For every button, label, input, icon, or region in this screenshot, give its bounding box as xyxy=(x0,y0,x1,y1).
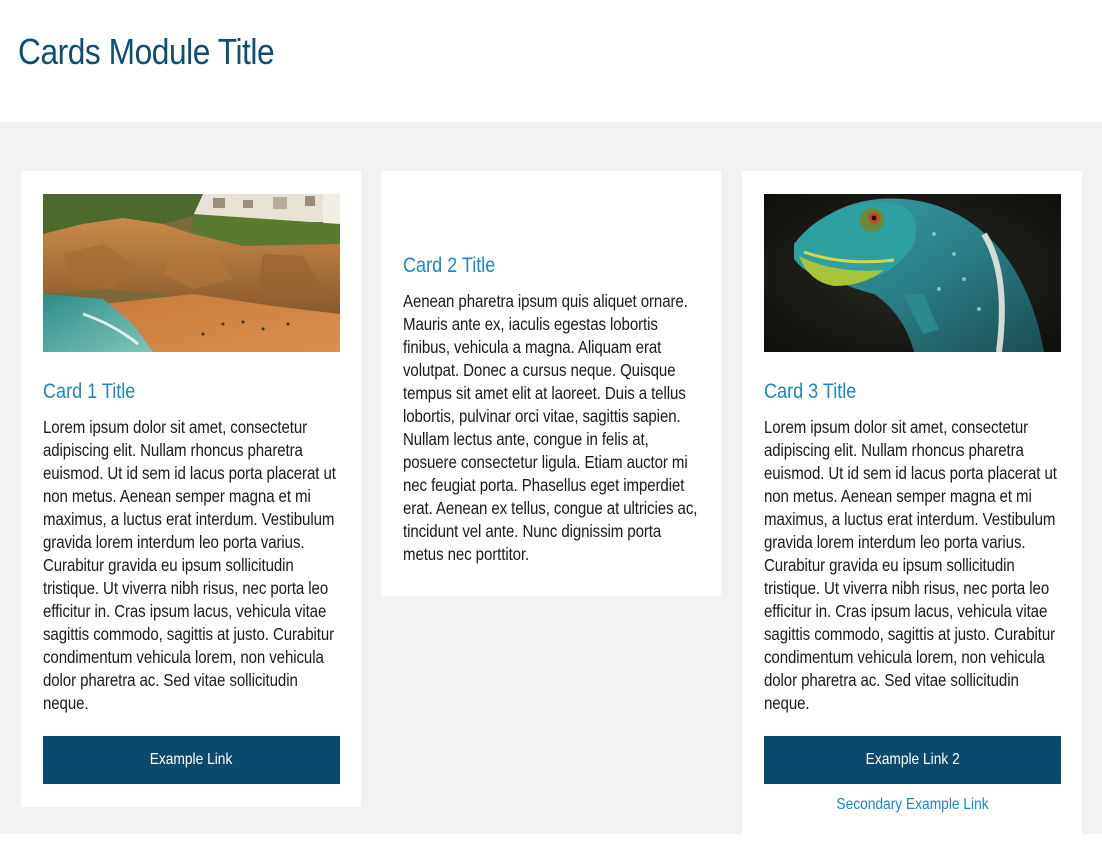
card-1-button-label: Example Link xyxy=(150,751,233,768)
module-title: Cards Module Title xyxy=(18,31,275,72)
module-header: Cards Module Title xyxy=(0,0,1102,122)
card-1-body: Lorem ipsum dolor sit amet, consectetur … xyxy=(43,417,336,713)
card-1-image xyxy=(43,194,340,352)
card-2-body: Aenean pharetra ipsum quis aliquet ornar… xyxy=(403,291,698,564)
card-1: Card 1 Title Lorem ipsum dolor sit amet,… xyxy=(21,171,361,807)
card-3-example-link-button[interactable]: Example Link 2 xyxy=(764,736,1061,784)
card-2-title: Card 2 Title xyxy=(403,254,496,277)
card-3-body: Lorem ipsum dolor sit amet, consectetur … xyxy=(764,417,1057,713)
card-1-title: Card 1 Title xyxy=(43,380,136,403)
card-2: Card 2 Title Aenean pharetra ipsum quis … xyxy=(381,171,721,596)
cards-section: Card 1 Title Lorem ipsum dolor sit amet,… xyxy=(0,122,1102,851)
beach-cliff-image xyxy=(43,194,340,352)
card-3-secondary-link-label: Secondary Example Link xyxy=(836,796,989,813)
card-3-image xyxy=(764,194,1061,352)
card-3-button-label: Example Link 2 xyxy=(865,751,960,768)
card-1-example-link-button[interactable]: Example Link xyxy=(43,736,340,784)
chameleon-image xyxy=(764,194,1061,352)
card-3-title: Card 3 Title xyxy=(764,380,857,403)
card-3: Card 3 Title Lorem ipsum dolor sit amet,… xyxy=(742,171,1082,851)
card-3-secondary-link[interactable]: Secondary Example Link xyxy=(764,796,1061,814)
